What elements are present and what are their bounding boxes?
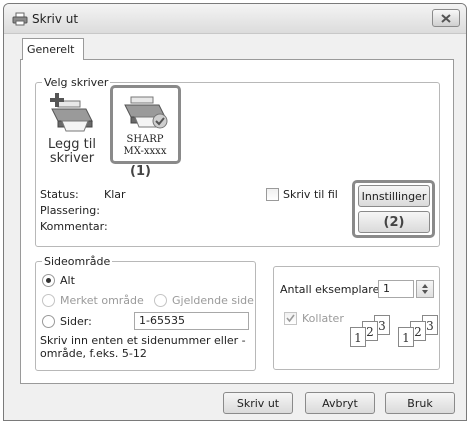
print-dialog: Skriv ut Generelt Velg skriver Legg til xyxy=(3,3,467,421)
settings-button[interactable]: Innstillinger xyxy=(358,185,430,207)
all-pages-label: Alt xyxy=(60,274,75,287)
print-to-file-checkbox[interactable] xyxy=(266,188,279,201)
pages-label: Sider: xyxy=(60,315,92,328)
collate-illustration-2: 3 2 1 xyxy=(398,315,442,351)
printer-icon xyxy=(12,12,28,26)
callout-2: (2) xyxy=(383,214,405,230)
current-page-radio[interactable] xyxy=(154,294,167,307)
printer-icon xyxy=(124,96,168,129)
pages-radio[interactable] xyxy=(42,315,55,328)
window-title: Skriv ut xyxy=(32,12,79,26)
page-range-group: Sideområde Alt Merket område Gjeldende s… xyxy=(35,255,256,371)
print-button[interactable]: Skriv ut xyxy=(223,392,293,414)
collate-page-1: 1 xyxy=(350,327,366,347)
copies-label: Antall eksemplarer: xyxy=(280,283,388,296)
pages-input[interactable]: 1-65535 xyxy=(134,312,249,330)
status-value: Klar xyxy=(104,188,126,201)
copies-group: Antall eksemplarer: 1 Kollater 3 2 1 3 2… xyxy=(273,266,440,370)
all-pages-radio[interactable] xyxy=(42,274,55,287)
status-label: Status: xyxy=(40,188,79,201)
print-to-file-label: Skriv til fil xyxy=(283,188,338,201)
location-label: Plassering: xyxy=(40,204,100,217)
title-bar: Skriv ut xyxy=(4,4,466,34)
collate-label: Kollater xyxy=(302,312,344,325)
callout-1: (1) xyxy=(130,164,151,179)
collate-page-1: 1 xyxy=(398,327,414,347)
copies-input[interactable]: 1 xyxy=(378,280,414,298)
page-range-label: Sideområde xyxy=(42,255,113,268)
comment-label: Kommentar: xyxy=(40,220,108,233)
select-printer-group: Velg skriver Legg til skriver SHARP MX-x… xyxy=(35,76,440,247)
close-button[interactable] xyxy=(432,9,460,27)
tab-general[interactable]: Generelt xyxy=(22,38,84,60)
collate-illustration-1: 3 2 1 xyxy=(350,315,394,351)
select-printer-label: Velg skriver xyxy=(42,76,111,89)
add-printer-icon xyxy=(50,93,93,132)
collate-checkbox[interactable] xyxy=(284,312,297,325)
check-icon xyxy=(286,314,295,323)
page-range-hint: Skriv inn enten et sidenummer eller -omr… xyxy=(40,334,246,360)
current-page-label: Gjeldende side xyxy=(172,294,254,307)
add-printer-item[interactable]: Legg til skriver xyxy=(44,93,100,166)
copies-spinner[interactable] xyxy=(416,280,434,298)
add-printer-line2: skriver xyxy=(49,151,95,166)
selected-printer-line2: MX-xxxx xyxy=(123,146,167,157)
apply-button[interactable]: Bruk xyxy=(385,392,455,414)
close-icon xyxy=(441,13,451,23)
selection-radio[interactable] xyxy=(42,294,55,307)
settings-button-secondary[interactable]: (2) xyxy=(358,211,430,233)
cancel-button[interactable]: Avbryt xyxy=(305,392,375,414)
selected-printer-line1: SHARP xyxy=(126,134,164,145)
selected-printer-item[interactable]: SHARP MX-xxxx xyxy=(114,93,176,158)
general-tab-panel: Velg skriver Legg til skriver SHARP MX-x… xyxy=(20,59,454,384)
spin-arrows-icon xyxy=(422,284,428,294)
selection-label: Merket område xyxy=(60,294,144,307)
add-printer-line1: Legg til xyxy=(48,137,96,152)
